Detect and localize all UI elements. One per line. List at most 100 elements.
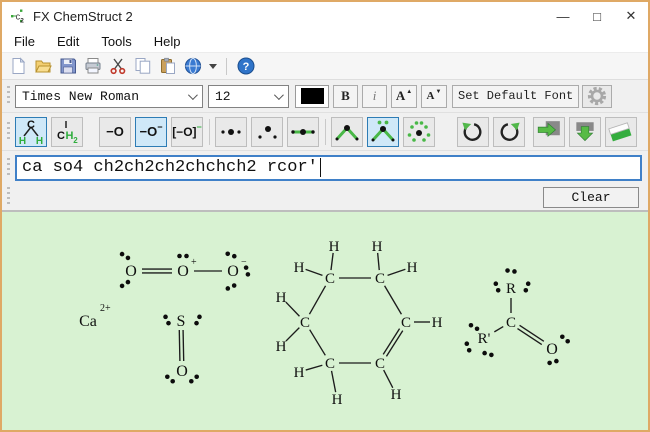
- svg-text:C: C: [375, 271, 385, 287]
- rotate-ccw-icon: [460, 119, 486, 145]
- export-down-button[interactable]: [569, 117, 601, 147]
- svg-text:2: 2: [73, 136, 78, 145]
- svg-text:H: H: [294, 365, 305, 381]
- up-triangle-icon: ▲: [406, 89, 412, 95]
- formula-row: ca so4 ch2ch2ch2chchch2 rcor': [2, 150, 648, 184]
- ch2-bent-button[interactable]: C H H: [15, 117, 47, 147]
- menu-edit[interactable]: Edit: [46, 34, 90, 49]
- o-single-label: −O: [106, 124, 124, 139]
- toolbar-separator: [226, 58, 227, 75]
- formula-input[interactable]: ca so4 ch2ch2ch2chchch2 rcor': [15, 155, 642, 181]
- cut-icon[interactable]: [108, 56, 128, 76]
- o-bracket-label: [−O]: [172, 125, 196, 139]
- svg-text:C: C: [325, 271, 335, 287]
- export-right-button[interactable]: [533, 117, 565, 147]
- toolbar-grip[interactable]: [7, 122, 10, 142]
- structure-canvas[interactable]: OO+O−Ca2+SOCCCCCCHHHHHHHHHHRCR'O: [2, 212, 648, 430]
- font-family-select[interactable]: Times New Roman: [15, 85, 203, 108]
- font-size-value: 12: [215, 89, 231, 104]
- svg-text:C: C: [325, 356, 335, 372]
- angle-bond-icon: [332, 118, 362, 146]
- o-bracket-button[interactable]: [−O]−: [171, 117, 203, 147]
- bold-button[interactable]: B: [333, 85, 358, 108]
- svg-text:?: ?: [243, 61, 250, 73]
- svg-text:O: O: [125, 263, 137, 280]
- font-color-button[interactable]: [295, 85, 329, 108]
- toolbar-grip[interactable]: [7, 158, 10, 178]
- svg-text:H: H: [329, 239, 340, 255]
- svg-text:H: H: [276, 339, 287, 355]
- open-folder-icon[interactable]: [33, 56, 53, 76]
- menu-file[interactable]: File: [3, 34, 46, 49]
- toolbar-grip[interactable]: [7, 86, 10, 106]
- minimize-button[interactable]: —: [546, 4, 580, 28]
- o-anion-sup: −: [157, 122, 162, 132]
- gear-icon: [586, 85, 608, 107]
- font-color-swatch: [301, 88, 324, 104]
- export-right-icon: [536, 119, 562, 145]
- font-size-select[interactable]: 12: [208, 85, 289, 108]
- italic-button[interactable]: i: [362, 85, 387, 108]
- lone-dots-row-button[interactable]: [215, 117, 247, 147]
- window: c 2 FX ChemStruct 2 — □ ✕ File Edit Tool…: [0, 0, 650, 432]
- toolbar-grip[interactable]: [7, 187, 10, 207]
- svg-text:H: H: [391, 387, 402, 403]
- eraser-button[interactable]: [605, 117, 637, 147]
- svg-text:O: O: [546, 341, 558, 358]
- svg-text:H: H: [294, 260, 305, 276]
- svg-text:Ca: Ca: [79, 313, 97, 330]
- rotate-cw-icon: [496, 119, 522, 145]
- angle-bond-button[interactable]: [331, 117, 363, 147]
- o-bracket-sup: −: [197, 122, 202, 132]
- copy-icon[interactable]: [133, 56, 153, 76]
- dots-cluster-button[interactable]: [403, 117, 435, 147]
- dropdown-arrow-icon[interactable]: [209, 64, 217, 69]
- decrease-font-button[interactable]: A ▼: [421, 85, 447, 108]
- save-icon[interactable]: [58, 56, 78, 76]
- new-document-icon[interactable]: [8, 56, 28, 76]
- o-single-button[interactable]: −O: [99, 117, 131, 147]
- increase-font-button[interactable]: A ▲: [391, 85, 417, 108]
- o-anion-button[interactable]: −O−: [135, 117, 167, 147]
- help-icon[interactable]: ?: [236, 56, 256, 76]
- export-down-icon: [572, 119, 598, 145]
- settings-button[interactable]: [582, 85, 612, 108]
- link-globe-icon[interactable]: [183, 56, 203, 76]
- window-title: FX ChemStruct 2: [33, 9, 546, 24]
- angle-bond-lone-pair-button[interactable]: [367, 117, 399, 147]
- title-bar: c 2 FX ChemStruct 2 — □ ✕: [2, 2, 648, 30]
- paste-icon[interactable]: [158, 56, 178, 76]
- menu-tools[interactable]: Tools: [90, 34, 142, 49]
- menu-help[interactable]: Help: [143, 34, 192, 49]
- svg-text:H: H: [372, 239, 383, 255]
- down-triangle-icon: ▼: [436, 89, 442, 95]
- svg-text:H: H: [332, 392, 343, 408]
- set-default-font-button[interactable]: Set Default Font: [452, 85, 579, 108]
- ch2-linear-button[interactable]: C H 2: [51, 117, 83, 147]
- o-anion-label: −O: [140, 124, 158, 139]
- decrease-font-label: A: [427, 90, 435, 102]
- clear-button[interactable]: Clear: [543, 187, 639, 208]
- menu-bar: File Edit Tools Help: [2, 30, 648, 52]
- font-family-value: Times New Roman: [22, 89, 139, 104]
- dots-cluster-icon: [404, 118, 434, 146]
- svg-text:C: C: [401, 315, 411, 331]
- svg-text:O: O: [227, 263, 239, 280]
- svg-text:R: R: [506, 281, 516, 297]
- bond-line-dot-button[interactable]: [287, 117, 319, 147]
- bond-line-dot-icon: [288, 118, 318, 146]
- dots-triangle-icon: [252, 118, 282, 146]
- formula-text: ca so4 ch2ch2ch2chchch2 rcor': [22, 158, 318, 177]
- svg-text:2: 2: [20, 18, 24, 25]
- clear-row: Clear: [2, 184, 648, 210]
- rotate-ccw-button[interactable]: [457, 117, 489, 147]
- svg-text:H: H: [276, 290, 287, 306]
- svg-text:O: O: [176, 363, 188, 380]
- svg-text:C: C: [27, 119, 35, 131]
- close-button[interactable]: ✕: [614, 4, 648, 28]
- print-icon[interactable]: [83, 56, 103, 76]
- dots-row-icon: [216, 118, 246, 146]
- maximize-button[interactable]: □: [580, 4, 614, 28]
- lone-dots-triangle-button[interactable]: [251, 117, 283, 147]
- rotate-cw-button[interactable]: [493, 117, 525, 147]
